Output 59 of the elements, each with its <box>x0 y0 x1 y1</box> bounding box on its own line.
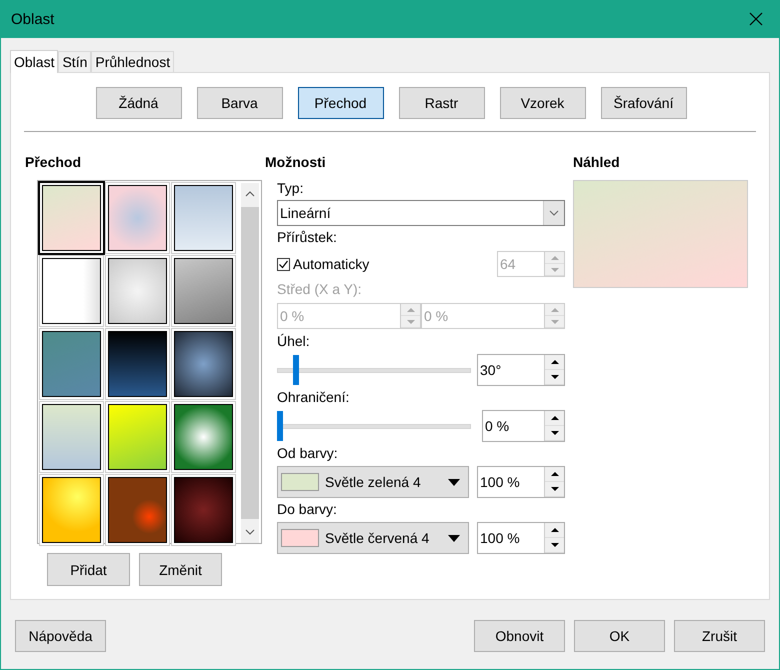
field-label: Přírůstek: <box>277 229 338 247</box>
gradient-swatch[interactable] <box>172 256 235 326</box>
field-label: Úhel: <box>277 333 311 351</box>
gradient-swatch[interactable] <box>40 402 103 472</box>
fill-type-button[interactable]: Vzorek <box>500 87 586 119</box>
gradient-action-button[interactable]: Přidat <box>47 553 130 586</box>
close-icon[interactable] <box>749 12 763 26</box>
fill-type-button[interactable]: Šrafování <box>600 87 686 119</box>
gradient-swatch[interactable] <box>106 475 169 545</box>
section-heading: Přechod <box>25 154 82 172</box>
border-slider[interactable] <box>277 411 471 441</box>
gradient-swatch[interactable] <box>106 256 169 326</box>
intensity-spinbox[interactable]: 100 % <box>477 522 565 554</box>
gradient-swatch[interactable] <box>172 402 235 472</box>
fill-type-button[interactable]: Rastr <box>398 87 484 119</box>
dialog-button[interactable]: Obnovit <box>474 620 565 652</box>
field-label: Střed (X a Y): <box>277 281 363 299</box>
intensity-spinbox[interactable]: 100 % <box>477 466 565 498</box>
gradient-swatch[interactable] <box>40 183 103 253</box>
scroll-down-icon[interactable] <box>245 529 255 535</box>
gradient-swatch[interactable] <box>106 329 169 399</box>
gradient-swatch[interactable] <box>40 329 103 399</box>
section-heading: Možnosti <box>265 154 327 172</box>
help-button[interactable]: Nápověda <box>15 620 106 652</box>
angle-slider[interactable] <box>277 355 471 385</box>
field-label: Typ: <box>277 180 304 198</box>
fill-type-button[interactable]: Barva <box>196 87 282 119</box>
fill-type-button[interactable]: Přechod <box>298 87 384 119</box>
caret-down-icon <box>448 534 460 542</box>
tab[interactable]: Oblast <box>10 50 58 73</box>
gradient-swatch[interactable] <box>40 475 103 545</box>
gradient-swatch[interactable] <box>40 256 103 326</box>
chevron-down-icon <box>549 210 559 216</box>
color-dropdown[interactable]: Světle zelená 4 <box>277 466 469 498</box>
fill-type-button[interactable]: Žádná <box>96 87 182 119</box>
slider-thumb[interactable] <box>292 355 299 385</box>
caret-down-icon <box>448 478 460 486</box>
angle-spinbox[interactable]: 30° <box>477 354 565 386</box>
color-dropdown[interactable]: Světle červená 4 <box>277 522 469 554</box>
section-heading: Náhled <box>573 154 621 172</box>
field-label: Ohraničení: <box>277 389 350 407</box>
field-label: Od barvy: <box>277 445 339 463</box>
border-spinbox[interactable]: 0 % <box>482 410 565 442</box>
tab[interactable]: Stín <box>58 51 92 72</box>
scroll-up-icon[interactable] <box>245 191 255 197</box>
field-label: Do barvy: <box>277 501 338 519</box>
dialog-button[interactable]: OK <box>574 620 665 652</box>
gradient-swatch[interactable] <box>172 329 235 399</box>
slider-thumb[interactable] <box>277 411 283 441</box>
gradient-swatch[interactable] <box>172 183 235 253</box>
gradient-swatch[interactable] <box>106 183 169 253</box>
window-title: Oblast <box>11 10 54 28</box>
tab[interactable]: Průhlednost <box>91 51 174 72</box>
gradient-swatch[interactable] <box>106 402 169 472</box>
dialog-button[interactable]: Zrušit <box>674 620 765 652</box>
scrollbar[interactable] <box>241 183 259 543</box>
gradient-swatch[interactable] <box>172 475 235 545</box>
type-dropdown[interactable]: Lineární <box>277 200 565 226</box>
gradient-action-button[interactable]: Změnit <box>139 553 222 586</box>
